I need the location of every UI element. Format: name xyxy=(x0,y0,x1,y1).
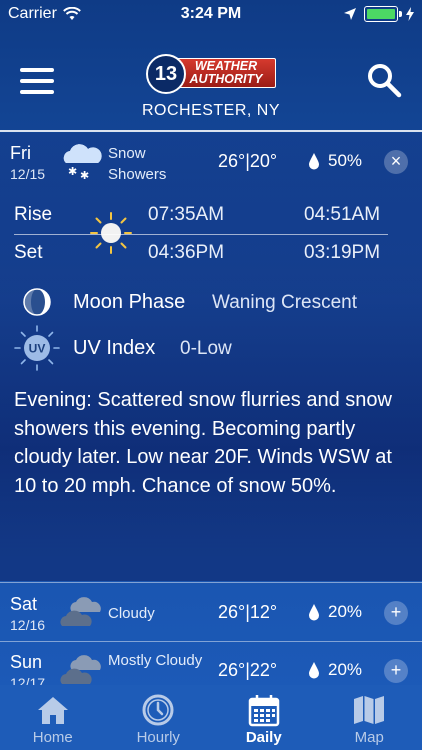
day-row[interactable]: Sat 12/16 Cloudy 26°|12° 20% + xyxy=(0,584,422,640)
day-date: 12/16 xyxy=(10,617,46,633)
day-precip: 20% xyxy=(328,660,363,679)
battery-icon xyxy=(364,6,402,22)
day-precip: 20% xyxy=(328,602,363,621)
day-name: Sat xyxy=(10,594,38,614)
day-row-selected[interactable]: Fri 12/15 ✱ ✱ Snow Showers 26°|20° 50% × xyxy=(0,133,422,189)
home-icon xyxy=(37,697,68,724)
uv-index-label: UV Index xyxy=(73,337,156,359)
day-name: Fri xyxy=(10,143,31,163)
rise-label: Rise xyxy=(14,204,53,225)
tab-home[interactable]: Home xyxy=(0,685,106,750)
svg-text:✱: ✱ xyxy=(68,165,77,178)
forecast-description: Evening: Scattered snow flurries and sno… xyxy=(14,389,392,497)
logo-line2: AUTHORITY xyxy=(189,72,263,86)
day-condition: Cloudy xyxy=(108,605,155,622)
collapse-button[interactable]: × xyxy=(384,150,408,174)
raindrop-icon xyxy=(309,604,319,621)
day-temps: 26°|12° xyxy=(218,602,278,622)
status-bar: Carrier 3:24 PM xyxy=(0,0,422,30)
day-name: Sun xyxy=(10,652,43,672)
expand-button[interactable]: + xyxy=(384,659,408,683)
charging-bolt-icon xyxy=(406,7,414,21)
tab-bar: Home Hourly Daily Map xyxy=(0,685,422,750)
uv-index-row: UV UV Index 0-Low xyxy=(0,325,422,371)
tab-label: Map xyxy=(354,729,384,746)
menu-line xyxy=(20,79,54,83)
moonrise-time: 04:51AM xyxy=(304,204,381,225)
calendar-icon xyxy=(248,695,279,727)
raindrop-icon xyxy=(309,153,319,170)
raindrop-icon xyxy=(309,662,319,679)
day-condition: Mostly Cloudy xyxy=(108,652,203,669)
day-temps: 26°|22° xyxy=(218,660,278,680)
uv-icon: UV xyxy=(14,325,60,371)
moon-phase-icon xyxy=(23,288,51,316)
location-arrow-icon xyxy=(344,8,356,20)
tab-hourly[interactable]: Hourly xyxy=(106,685,212,750)
sun-divider xyxy=(14,234,388,235)
day-precip: 50% xyxy=(328,151,363,170)
tab-label: Hourly xyxy=(136,729,180,746)
search-icon[interactable] xyxy=(366,62,402,98)
set-label: Set xyxy=(14,242,43,263)
sun-moon-times: Rise Set 07:35AM 04:36PM 04:51AM 03:19PM xyxy=(0,198,422,274)
moonset-time: 03:19PM xyxy=(304,242,381,263)
crescent-moon-icon xyxy=(266,220,280,248)
station-logo: WEATHER AUTHORITY 13 xyxy=(146,52,278,96)
menu-button[interactable] xyxy=(20,68,54,94)
tab-daily[interactable]: Daily xyxy=(211,685,317,750)
sunrise-time: 07:35AM xyxy=(148,204,225,225)
cloudy-icon xyxy=(60,597,101,626)
moon-phase-row: Moon Phase Waning Crescent xyxy=(0,283,422,323)
clock-icon xyxy=(142,694,174,726)
day-temps: 26°|20° xyxy=(218,151,278,171)
day-date: 12/15 xyxy=(10,166,46,182)
logo-channel-number: 13 xyxy=(146,54,186,94)
app-header: WEATHER AUTHORITY 13 ROCHESTER, NY xyxy=(0,30,422,132)
menu-line xyxy=(20,90,54,94)
expand-button[interactable]: + xyxy=(384,601,408,625)
sunset-time: 04:36PM xyxy=(148,242,225,263)
snow-showers-icon: ✱ ✱ xyxy=(63,144,102,181)
tab-label: Home xyxy=(32,729,73,746)
svg-text:UV: UV xyxy=(29,342,46,356)
svg-text:✱: ✱ xyxy=(80,169,89,181)
logo-wordmark: WEATHER AUTHORITY xyxy=(176,58,276,88)
menu-line xyxy=(20,68,54,72)
header-divider xyxy=(0,130,422,132)
moon-phase-label: Moon Phase xyxy=(73,291,186,313)
moon-phase-value: Waning Crescent xyxy=(212,292,358,313)
status-right xyxy=(344,6,414,22)
uv-index-value: 0-Low xyxy=(180,338,232,359)
location-label: ROCHESTER, NY xyxy=(141,102,281,119)
map-icon xyxy=(354,696,385,724)
tab-map[interactable]: Map xyxy=(317,685,422,750)
tab-label: Daily xyxy=(245,729,282,746)
day-condition: Snow Showers xyxy=(108,145,167,183)
row-divider xyxy=(0,582,422,583)
sun-icon xyxy=(90,212,132,254)
